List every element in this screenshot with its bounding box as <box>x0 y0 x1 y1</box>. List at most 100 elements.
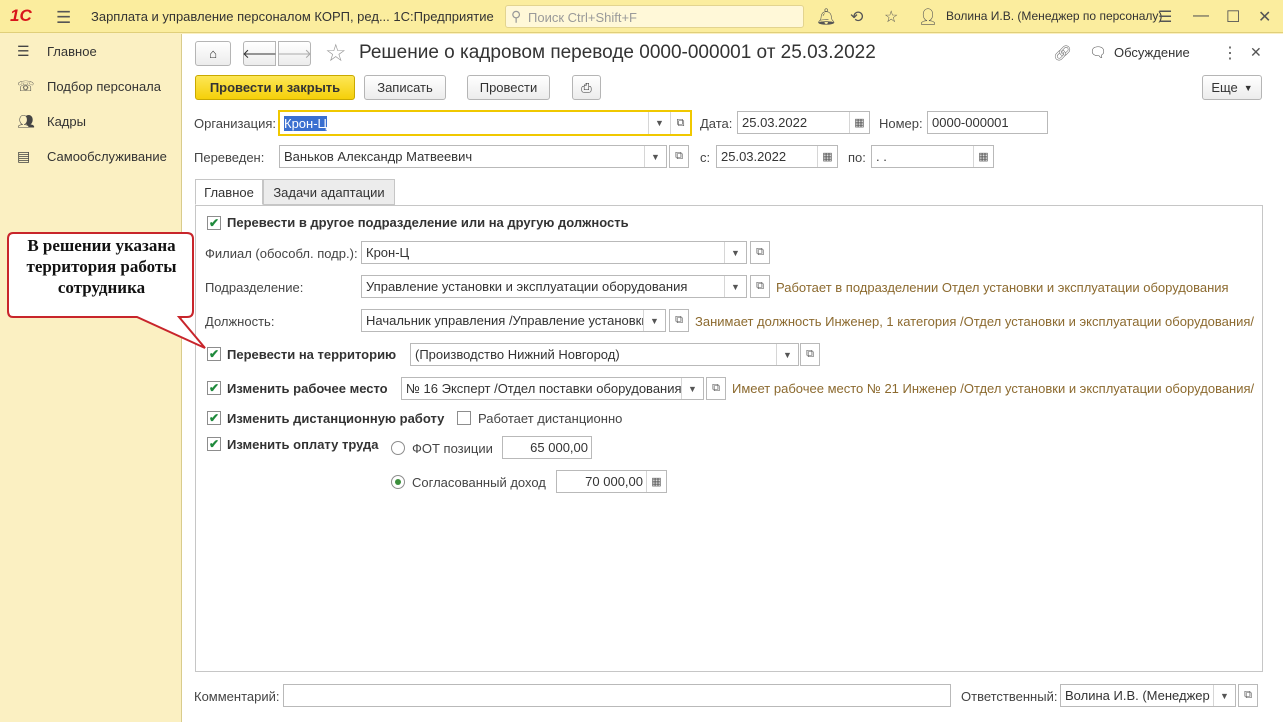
close-window-icon[interactable]: ✕ <box>1258 7 1271 27</box>
agreed-income-value: 70 000,00 <box>585 474 643 489</box>
department-label: Подразделение: <box>205 280 304 295</box>
fot-field[interactable]: 65 000,00 <box>502 436 592 459</box>
responsible-value: Волина И.В. (Менеджер по персоналу) <box>1065 688 1213 703</box>
open-employee-button[interactable]: ⧉ <box>669 145 689 168</box>
user-icon[interactable]: 👤︎ <box>918 7 938 27</box>
branch-field[interactable]: Крон-Ц ▼ <box>361 241 747 264</box>
id-card-icon: ▤ <box>17 147 31 164</box>
maximize-icon[interactable]: ☐ <box>1226 7 1240 27</box>
print-button[interactable]: ⎙ <box>572 75 601 100</box>
to-label: по: <box>848 150 866 165</box>
forward-button[interactable]: 🡒 <box>277 41 312 66</box>
dropdown-icon[interactable]: ▼ <box>724 276 746 297</box>
star-icon[interactable]: ☆ <box>884 7 898 27</box>
employee-field[interactable]: Ваньков Александр Матвеевич ▼ <box>279 145 667 168</box>
save-button[interactable]: Записать <box>364 75 446 100</box>
dropdown-icon[interactable]: ▼ <box>776 344 798 365</box>
document-form: ⌂ 🡐 🡒 ☆ Решение о кадровом переводе 0000… <box>182 34 1283 722</box>
workplace-label: Изменить рабочее место <box>227 381 388 396</box>
open-icon: ⧉ <box>806 348 814 360</box>
works-remotely-label: Работает дистанционно <box>478 411 623 426</box>
calendar-icon[interactable]: ▦ <box>973 146 993 167</box>
discussion-icon[interactable]: 🗨︎ <box>1089 44 1107 61</box>
from-label: с: <box>700 150 711 165</box>
app-logo: 1С <box>10 6 32 25</box>
dropdown-icon[interactable]: ▼ <box>1213 685 1235 706</box>
caret-down-icon: ▼ <box>1243 82 1253 93</box>
sidebar-item-label: Главное <box>47 43 97 59</box>
open-branch-button[interactable]: ⧉ <box>750 241 770 264</box>
search-placeholder: Поиск Ctrl+Shift+F <box>528 10 637 25</box>
back-button[interactable]: 🡐 <box>242 41 277 66</box>
search-box[interactable]: ⚲ Поиск Ctrl+Shift+F <box>505 5 804 28</box>
arrow-left-icon: 🡐 <box>242 45 277 61</box>
fot-value: 65 000,00 <box>530 440 588 455</box>
works-remotely-checkbox[interactable] <box>457 411 471 425</box>
menu-lines-icon: ☰ <box>17 42 30 59</box>
tab-adaptation[interactable]: Задачи адаптации <box>263 179 395 205</box>
tab-main[interactable]: Главное <box>195 179 263 205</box>
calendar-icon[interactable]: ▦ <box>849 112 869 133</box>
calendar-icon[interactable]: ▦ <box>817 146 837 167</box>
dropdown-icon[interactable]: ▼ <box>643 310 665 331</box>
more-actions-label: Еще <box>1211 80 1238 95</box>
open-position-button[interactable]: ⧉ <box>669 309 689 332</box>
post-button[interactable]: Провести <box>467 75 550 100</box>
remote-label: Изменить дистанционную работу <box>227 411 445 426</box>
dropdown-icon[interactable]: ▼ <box>648 112 670 134</box>
open-department-button[interactable]: ⧉ <box>750 275 770 298</box>
sidebar-item-recruitment[interactable]: ☏ Подбор персонала <box>17 76 161 96</box>
more-actions-button[interactable]: Еще ▼ <box>1202 75 1262 100</box>
workplace-field[interactable]: № 16 Эксперт /Отдел поставки оборудовани… <box>401 377 704 400</box>
arrow-right-icon: 🡒 <box>277 45 312 61</box>
annotation-callout: В решении указана территория работы сотр… <box>7 232 206 349</box>
close-form-icon[interactable]: ✕ <box>1250 44 1262 61</box>
to-date-field[interactable]: . . ▦ <box>871 145 994 168</box>
dropdown-icon[interactable]: ▼ <box>724 242 746 263</box>
territory-field[interactable]: (Производство Нижний Новгород) ▼ <box>410 343 799 366</box>
bell-icon[interactable]: 🔔︎ <box>816 7 836 27</box>
date-field[interactable]: 25.03.2022 ▦ <box>737 111 870 134</box>
calculator-icon[interactable]: ▦ <box>646 471 666 492</box>
comment-field[interactable] <box>283 684 951 707</box>
pay-checkbox[interactable]: ✔ <box>207 437 221 451</box>
number-field[interactable]: 0000-000001 <box>927 111 1048 134</box>
link-icon[interactable]: 🔗︎ <box>1053 44 1072 62</box>
history-icon[interactable]: ⟲ <box>850 7 863 27</box>
current-user[interactable]: Волина И.В. (Менеджер по персоналу) <box>946 9 1162 23</box>
home-button[interactable]: ⌂ <box>195 41 231 66</box>
from-date-field[interactable]: 25.03.2022 ▦ <box>716 145 838 168</box>
agreed-income-field[interactable]: 70 000,00 ▦ <box>556 470 667 493</box>
workplace-checkbox[interactable]: ✔ <box>207 381 221 395</box>
remote-checkbox[interactable]: ✔ <box>207 411 221 425</box>
open-responsible-button[interactable]: ⧉ <box>1238 684 1258 707</box>
sidebar-item-main[interactable]: ☰ Главное <box>17 41 97 61</box>
open-workplace-button[interactable]: ⧉ <box>706 377 726 400</box>
organization-field[interactable]: Крон-Ц ▼ ⧉ <box>278 110 692 136</box>
sidebar-item-self-service[interactable]: ▤ Самообслуживание <box>17 146 167 166</box>
agreed-income-radio[interactable] <box>391 475 405 489</box>
favorite-star-icon[interactable]: ☆ <box>325 39 347 68</box>
sidebar-item-label: Подбор персонала <box>47 78 161 94</box>
discussion-button[interactable]: Обсуждение <box>1114 45 1190 60</box>
transfer-dept-checkbox[interactable]: ✔ <box>207 216 221 230</box>
dropdown-icon[interactable]: ▼ <box>681 378 703 399</box>
main-menu-icon[interactable]: ☰ <box>56 8 71 28</box>
minimize-icon[interactable]: — <box>1193 7 1209 25</box>
people-icon: 👥︎ <box>17 112 35 129</box>
callout-text: В решении указана территория работы сотр… <box>26 236 177 297</box>
pay-label: Изменить оплату труда <box>227 437 379 452</box>
more-menu-icon[interactable]: ⋮ <box>1222 43 1238 63</box>
department-field[interactable]: Управление установки и эксплуатации обор… <box>361 275 747 298</box>
settings-lines-icon[interactable]: ☰ <box>1158 7 1172 27</box>
fot-radio[interactable] <box>391 441 405 455</box>
responsible-field[interactable]: Волина И.В. (Менеджер по персоналу) ▼ <box>1060 684 1236 707</box>
post-and-close-button[interactable]: Провести и закрыть <box>195 75 355 100</box>
organization-value: Крон-Ц <box>284 115 328 131</box>
sidebar-item-personnel[interactable]: 👥︎ Кадры <box>17 111 86 131</box>
open-icon: ⧉ <box>756 246 764 258</box>
open-territory-button[interactable]: ⧉ <box>800 343 820 366</box>
position-field[interactable]: Начальник управления /Управление установ… <box>361 309 666 332</box>
dropdown-icon[interactable]: ▼ <box>644 146 666 167</box>
open-icon[interactable]: ⧉ <box>670 112 690 134</box>
